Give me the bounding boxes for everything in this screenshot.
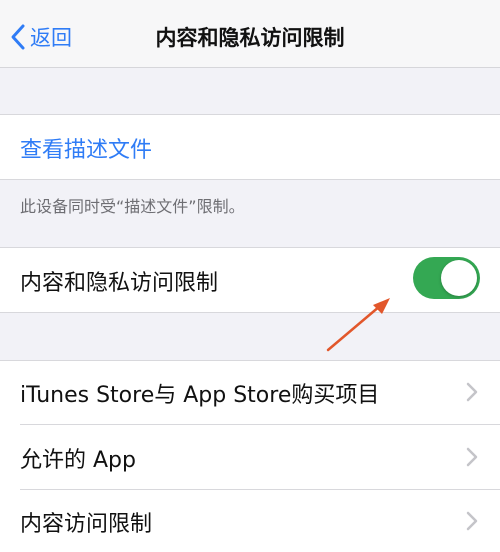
menu-group: iTunes Store与 App Store购买项目 允许的 App 内容访问… [0,360,500,552]
menu-item-itunes-app-store[interactable]: iTunes Store与 App Store购买项目 [0,360,500,424]
divider [0,247,500,248]
divider [0,312,500,313]
divider [0,114,500,115]
view-profile-link[interactable]: 查看描述文件 [20,132,152,164]
restrictions-label: 内容和隐私访问限制 [20,271,219,296]
chevron-right-icon [466,382,478,402]
restrictions-toggle[interactable] [413,257,480,299]
chevron-right-icon [466,511,478,531]
page-title: 内容和隐私访问限制 [155,26,345,50]
menu-item-label: 允许的 App [20,448,136,473]
divider [0,179,500,180]
profile-footer-note: 此设备同时受“描述文件”限制。 [20,197,245,216]
chevron-right-icon [466,447,478,467]
toggle-knob [441,260,477,296]
menu-item-label: iTunes Store与 App Store购买项目 [20,383,380,408]
menu-item-allowed-apps[interactable]: 允许的 App [0,425,500,489]
annotation-arrow-icon [326,298,390,352]
view-profile-cell[interactable]: 查看描述文件 [0,114,500,180]
menu-item-content-restrictions[interactable]: 内容访问限制 [0,490,500,552]
menu-item-label: 内容访问限制 [20,512,153,537]
navigation-bar: 返回 内容和隐私访问限制 [0,0,500,68]
